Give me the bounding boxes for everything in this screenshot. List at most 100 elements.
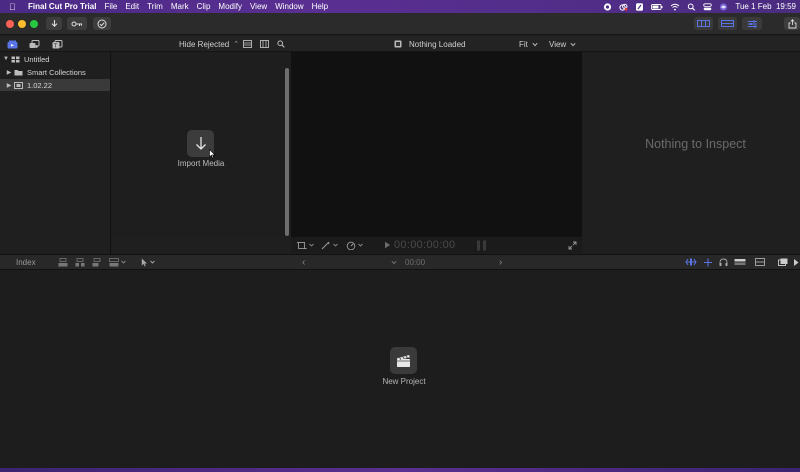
browser-layout-icon [697, 20, 710, 27]
disclosure-closed-icon[interactable]: ▶ [5, 69, 13, 76]
clip-appearance-button[interactable] [243, 36, 252, 52]
clip-skimming-toggle[interactable] [685, 254, 697, 270]
filmstrip-list-icon [243, 40, 252, 48]
solo-toggle[interactable] [734, 254, 746, 270]
desktop-edge [0, 468, 800, 472]
timeline-layout-icon [721, 20, 734, 27]
library-item-label: 1.02.22 [27, 80, 53, 90]
browser-scrollbar[interactable] [285, 68, 289, 236]
library-item-untitled[interactable]: ▼ Untitled [0, 53, 110, 65]
search-icon [277, 40, 285, 48]
background-tasks-button[interactable] [93, 17, 111, 30]
menu-trim[interactable]: Trim [147, 2, 163, 11]
library-item-smart-collections[interactable]: ▶ Smart Collections [0, 66, 110, 78]
transform-button[interactable] [297, 237, 314, 253]
timeline-back-button[interactable]: ‹ [302, 254, 305, 270]
disclosure-open-icon[interactable]: ▼ [2, 56, 10, 62]
audio-skimming-toggle[interactable] [719, 254, 728, 270]
enhance-button[interactable] [321, 237, 338, 253]
retime-button[interactable] [346, 237, 363, 253]
menu-window[interactable]: Window [275, 2, 303, 11]
keywords-toolbar-button[interactable] [67, 17, 87, 30]
browser-search-button[interactable] [277, 36, 285, 52]
insert-clip-button[interactable] [75, 254, 85, 270]
list-view-button[interactable] [260, 36, 269, 52]
layout-browser-toggle[interactable] [694, 17, 713, 30]
record-icon[interactable] [603, 2, 612, 11]
menu-clip[interactable]: Clip [197, 2, 211, 11]
menu-view[interactable]: View [250, 2, 267, 11]
play-button[interactable] [384, 237, 391, 253]
select-tool-button[interactable] [141, 254, 155, 270]
clip-appearance-timeline-button[interactable] [755, 254, 765, 270]
app-icon[interactable] [635, 2, 644, 11]
library-item-event-1-02-22[interactable]: ▶ 1.02.22 [0, 79, 110, 91]
key-icon [71, 21, 82, 26]
snapping-toggle[interactable] [703, 254, 713, 270]
minimize-window-button[interactable] [18, 20, 26, 28]
libraries-tab[interactable] [5, 36, 19, 52]
viewer-view-dropdown[interactable]: View [549, 36, 576, 52]
menu-modify[interactable]: Modify [218, 2, 242, 11]
disclosure-closed-icon[interactable]: ▶ [5, 82, 13, 89]
timeline-project-dropdown[interactable] [391, 254, 397, 270]
timeline-index-toggle[interactable] [793, 254, 800, 270]
close-window-button[interactable] [6, 20, 14, 28]
zoom-fit-dropdown[interactable]: Fit [519, 36, 538, 52]
checkmark-circle-icon [97, 19, 107, 28]
timeline-index-button[interactable]: Index [16, 254, 36, 270]
layout-timeline-toggle[interactable] [718, 17, 737, 30]
chevron-down-icon [358, 243, 363, 247]
append-clip-button[interactable] [92, 254, 102, 270]
import-media-label[interactable]: Import Media [160, 159, 242, 168]
chevron-down-icon [570, 42, 576, 46]
libraries-icon [7, 40, 17, 48]
connect-edit-icon [58, 257, 68, 266]
overwrite-edit-icon [109, 257, 119, 266]
menu-app-name[interactable]: Final Cut Pro Trial [28, 2, 96, 11]
menu-help[interactable]: Help [312, 2, 328, 11]
effects-browser-icon [778, 258, 788, 266]
menubar-clock[interactable]: Tue 1 Feb 19:59 [735, 2, 796, 11]
viewer-timecode[interactable]: 00:00:00:00 [394, 237, 455, 253]
folder-icon [14, 69, 23, 75]
control-center-icon[interactable] [703, 2, 713, 11]
solo-track-icon [734, 259, 746, 265]
menu-bar:  Final Cut Pro Trial File Edit Trim Mar… [0, 0, 800, 13]
library-icon [11, 56, 20, 62]
zoom-window-button[interactable] [30, 20, 38, 28]
photos-audio-tab[interactable] [27, 36, 41, 52]
wifi-icon[interactable] [670, 3, 680, 11]
clip-filter-dropdown[interactable]: Hide Rejected ⌃ [179, 36, 239, 52]
search-icon[interactable] [687, 3, 696, 11]
siri-icon[interactable] [719, 2, 728, 11]
panel-toggle-icon [794, 258, 799, 266]
layout-inspector-toggle[interactable] [742, 17, 762, 30]
connect-clip-button[interactable] [58, 254, 68, 270]
expand-icon [568, 241, 577, 249]
effects-browser-toggle[interactable] [778, 254, 788, 270]
timeline-forward-button[interactable]: › [499, 254, 502, 270]
clip-filter-chevron-icon: ⌃ [233, 41, 240, 48]
creative-cloud-icon[interactable] [619, 3, 628, 11]
chevron-down-icon [391, 260, 397, 264]
timeline-index-label: Index [16, 257, 36, 267]
overwrite-clip-button[interactable] [109, 254, 126, 270]
fullscreen-viewer-button[interactable] [568, 237, 577, 253]
clip-appearance-icon [755, 258, 765, 266]
download-arrow-icon [195, 137, 206, 150]
mouse-cursor-icon [209, 149, 216, 159]
audio-meters-button[interactable] [476, 237, 488, 253]
menu-edit[interactable]: Edit [125, 2, 139, 11]
share-button[interactable] [784, 17, 800, 30]
toolbar [0, 13, 800, 35]
photos-audio-icon [29, 39, 39, 48]
new-project-label[interactable]: New Project [364, 377, 444, 386]
battery-icon[interactable] [651, 3, 663, 11]
apple-menu-icon[interactable]:  [9, 2, 21, 12]
titles-generators-tab[interactable]: T [50, 36, 64, 52]
import-toolbar-button[interactable] [46, 17, 62, 30]
menu-file[interactable]: File [104, 2, 117, 11]
menu-mark[interactable]: Mark [171, 2, 189, 11]
new-project-button[interactable] [390, 347, 417, 374]
